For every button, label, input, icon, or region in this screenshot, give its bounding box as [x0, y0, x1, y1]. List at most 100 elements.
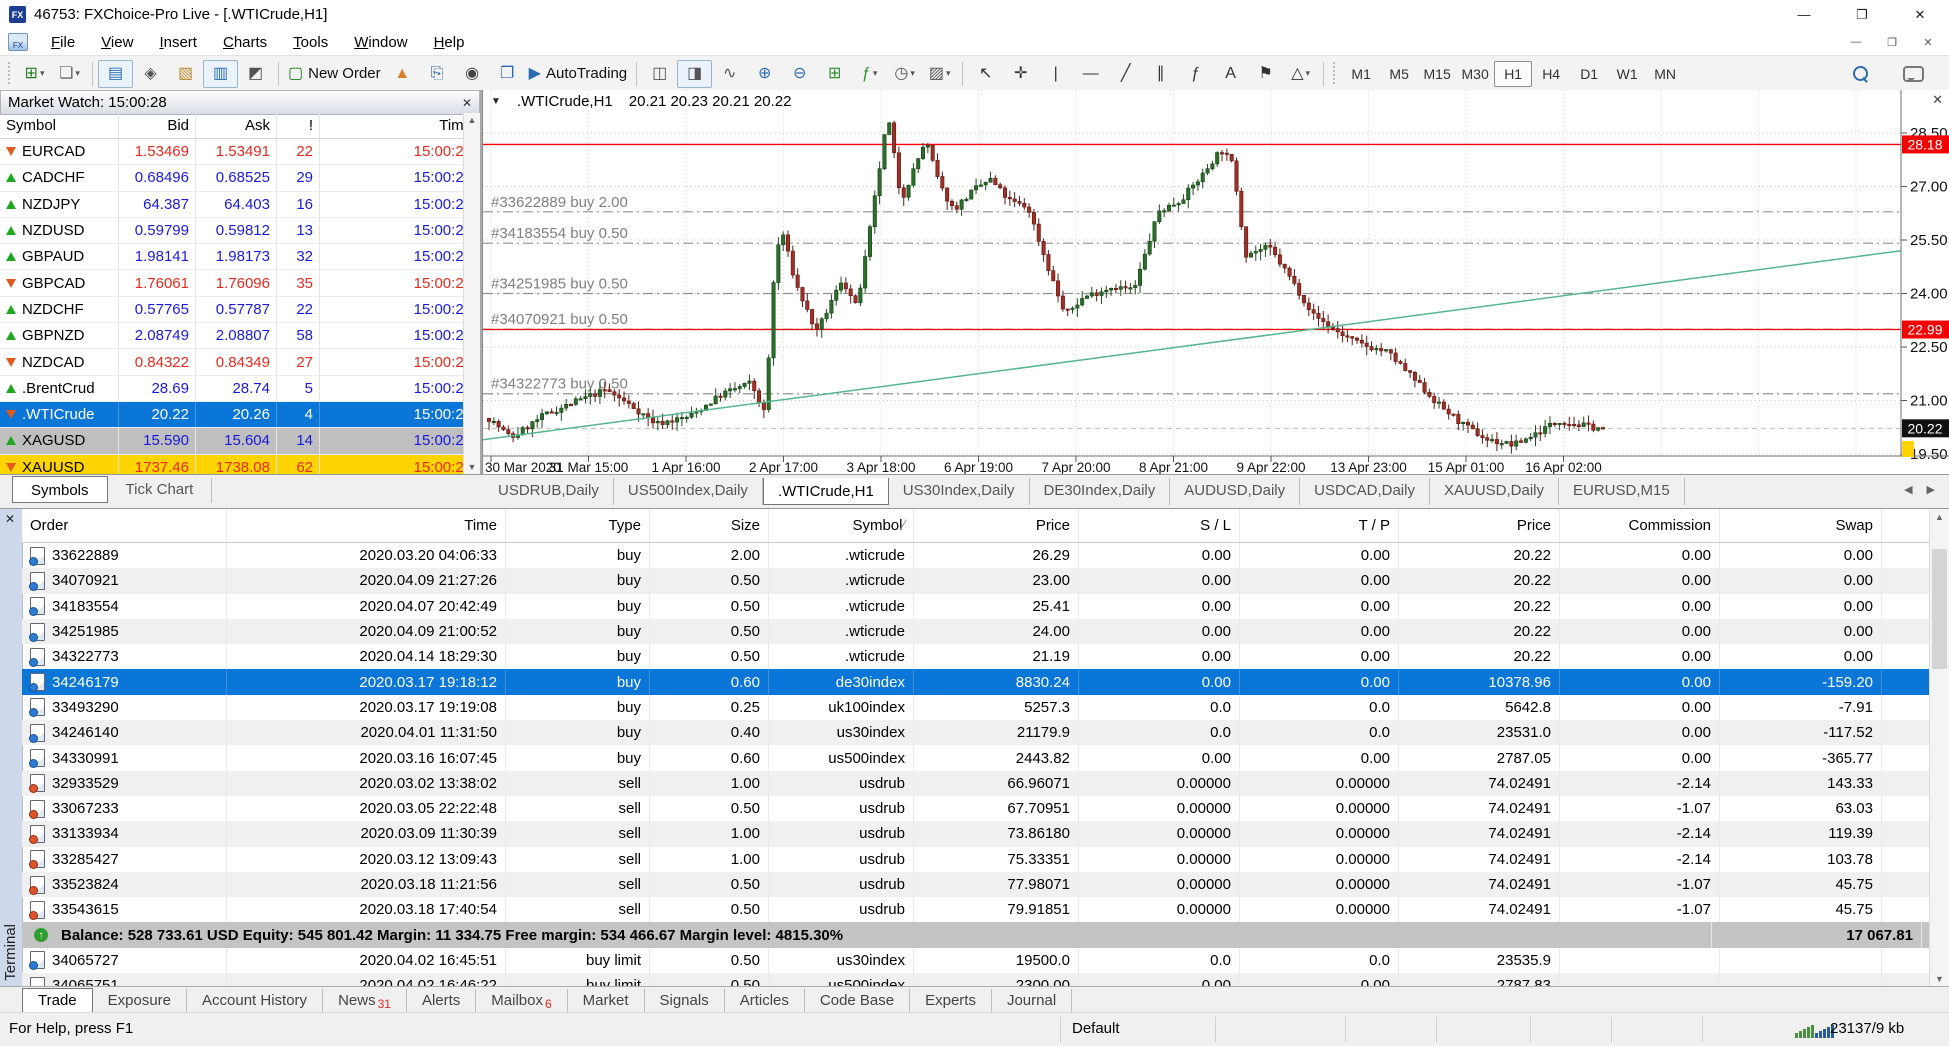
menu-window[interactable]: Window [341, 32, 420, 53]
chart-close-icon[interactable]: ✕ [1932, 92, 1943, 108]
scrollbar-thumb[interactable] [1932, 549, 1947, 669]
market-watch-row-nzdjpy[interactable]: NZDJPY64.38764.4031615:00:25 [0, 192, 464, 218]
chat-button[interactable] [1896, 60, 1931, 88]
order-row-34330991[interactable]: 343309912020.03.16 16:07:45buy0.60us500i… [22, 745, 1930, 770]
menu-help[interactable]: Help [421, 32, 478, 53]
chart-line-button[interactable]: ∿ [712, 60, 747, 88]
terminal-button[interactable]: ▥ [203, 60, 238, 88]
terminal-scrollbar[interactable]: ▲ ▼ [1929, 509, 1949, 987]
close-button[interactable]: ✕ [1891, 0, 1949, 29]
order-row-34322773[interactable]: 343227732020.04.14 18:29:30buy0.50.wticr… [22, 644, 1930, 669]
arrows-button[interactable]: △▾ [1283, 60, 1318, 88]
chart-tab--wticrude-h1[interactable]: .WTICrude,H1 [763, 478, 889, 505]
text-button[interactable]: A [1213, 60, 1248, 88]
market-watch-row-nzdusd[interactable]: NZDUSD0.597990.598121315:00:25 [0, 218, 464, 244]
timeframe-w1-button[interactable]: W1 [1608, 61, 1646, 87]
timeframe-m30-button[interactable]: M30 [1456, 61, 1494, 87]
new-order-button[interactable]: ▢New Order [284, 60, 385, 88]
terminal-close-icon[interactable]: ✕ [5, 512, 15, 526]
chart-bars-button[interactable]: ◫ [642, 60, 677, 88]
order-row-33067233[interactable]: 330672332020.03.05 22:22:48sell0.50usdru… [22, 796, 1930, 821]
market-watch-row-brentcrud[interactable]: .BrentCrud28.6928.74515:00:25 [0, 376, 464, 402]
chart-tab-us30index-daily[interactable]: US30Index,Daily [889, 478, 1030, 505]
periods-button[interactable]: ◷▾ [887, 60, 922, 88]
order-row-34065727[interactable]: 340657272020.04.02 16:45:51buy limit0.50… [22, 948, 1930, 973]
tab-exposure[interactable]: Exposure [93, 989, 187, 1012]
market-watch-row-wticrude[interactable]: .WTICrude20.2220.26415:00:27 [0, 402, 464, 428]
data-window-button[interactable]: ◈ [133, 60, 168, 88]
chart-tabs-right-icon[interactable]: ▶ [1927, 483, 1935, 496]
metaeditor-button[interactable]: ▲ [385, 60, 420, 88]
templates-button[interactable]: ▨▾ [922, 60, 957, 88]
chart-tab-us500index-daily[interactable]: US500Index,Daily [614, 478, 763, 505]
chart-tab-de30index-daily[interactable]: DE30Index,Daily [1030, 478, 1171, 505]
market-watch-row-gbpaud[interactable]: GBPAUD1.981411.981733215:00:27 [0, 244, 464, 270]
tab-market[interactable]: Market [568, 989, 645, 1012]
tab-tick-chart[interactable]: Tick Chart [108, 478, 213, 503]
market-watch-row-gbpnzd[interactable]: GBPNZD2.087492.088075815:00:26 [0, 323, 464, 349]
order-row-33543615[interactable]: 335436152020.03.18 17:40:54sell0.50usdru… [22, 897, 1930, 922]
timeframe-m5-button[interactable]: M5 [1380, 61, 1418, 87]
chart-candles-button[interactable]: ◨ [677, 60, 712, 88]
trendline-button[interactable]: ╱ [1108, 60, 1143, 88]
fibonacci-button[interactable]: ƒ [1178, 60, 1213, 88]
menu-view[interactable]: View [88, 32, 146, 53]
timeframe-mn-button[interactable]: MN [1646, 61, 1684, 87]
order-row-33493290[interactable]: 334932902020.03.17 19:19:08buy0.25uk100i… [22, 695, 1930, 720]
market-watch-row-xagusd[interactable]: XAGUSD15.59015.6041415:00:27 [0, 428, 464, 454]
zoom-in-button[interactable]: ⊕ [747, 60, 782, 88]
tab-trade[interactable]: Trade [22, 988, 93, 1013]
market-watch-titlebar[interactable]: Market Watch: 15:00:28 ✕ [0, 90, 480, 115]
scroll-up-icon[interactable]: ▲ [464, 115, 480, 125]
tab-symbols[interactable]: Symbols [12, 476, 108, 503]
chart-tab-xauusd-daily[interactable]: XAUUSD,Daily [1430, 478, 1559, 505]
tile-windows-button[interactable]: ⊞ [817, 60, 852, 88]
menu-insert[interactable]: Insert [146, 32, 210, 53]
equidistant-channel-button[interactable]: ∥ [1143, 60, 1178, 88]
order-row-34065751[interactable]: 340657512020.04.02 16:46:22buy limit0.50… [22, 973, 1930, 987]
scroll-up-icon[interactable]: ▲ [1930, 512, 1949, 522]
strategy-tester-button[interactable]: ◩ [238, 60, 273, 88]
market-watch-row-nzdchf[interactable]: NZDCHF0.577650.577872215:00:27 [0, 297, 464, 323]
tab-signals[interactable]: Signals [645, 989, 725, 1012]
timeframe-h1-button[interactable]: H1 [1494, 61, 1532, 87]
market-watch-row-cadchf[interactable]: CADCHF0.684960.685252915:00:25 [0, 165, 464, 191]
scroll-down-icon[interactable]: ▼ [464, 462, 480, 472]
order-row-34183554[interactable]: 341835542020.04.07 20:42:49buy0.50.wticr… [22, 594, 1930, 619]
indicators-button[interactable]: ƒ▾ [852, 60, 887, 88]
order-row-33523824[interactable]: 335238242020.03.18 11:21:56sell0.50usdru… [22, 872, 1930, 897]
navigator-button[interactable]: ▧ [168, 60, 203, 88]
tab-news[interactable]: News31 [323, 989, 407, 1012]
record-button[interactable]: ◉ [455, 60, 490, 88]
web-terminal-button[interactable]: ❐ [490, 60, 525, 88]
timeframe-h4-button[interactable]: H4 [1532, 61, 1570, 87]
tab-code-base[interactable]: Code Base [805, 989, 910, 1012]
menu-tools[interactable]: Tools [280, 32, 341, 53]
order-row-33133934[interactable]: 331339342020.03.09 11:30:39sell1.00usdru… [22, 821, 1930, 846]
timeframe-d1-button[interactable]: D1 [1570, 61, 1608, 87]
search-button[interactable] [1843, 60, 1878, 88]
autotrading-button[interactable]: ▶AutoTrading [525, 60, 631, 88]
timeframe-m15-button[interactable]: M15 [1418, 61, 1456, 87]
market-watch-row-nzdcad[interactable]: NZDCAD0.843220.843492715:00:26 [0, 349, 464, 375]
chart-dropdown-icon[interactable]: ▼ [491, 96, 501, 107]
price-chart[interactable]: 28.5027.0025.5024.0022.5021.0019.50#3362… [483, 90, 1949, 474]
order-row-33285427[interactable]: 332854272020.03.12 13:09:43sell1.00usdru… [22, 847, 1930, 872]
minimize-button[interactable]: — [1775, 0, 1833, 29]
tab-experts[interactable]: Experts [910, 989, 992, 1012]
cursor-button[interactable]: ↖ [968, 60, 1003, 88]
new-chart-button[interactable]: ⊞▾ [17, 60, 52, 88]
market-watch-button[interactable]: ▤ [98, 60, 133, 88]
status-profile[interactable]: Default [1072, 1020, 1120, 1037]
chart-tab-eurusd-m15[interactable]: EURUSD,M15 [1559, 478, 1685, 505]
profiles-button[interactable]: ❏▾ [52, 60, 87, 88]
child-close-button[interactable]: ✕ [1917, 36, 1939, 49]
vertical-line-button[interactable]: | [1038, 60, 1073, 88]
market-watch-row-gbpcad[interactable]: GBPCAD1.760611.760963515:00:27 [0, 270, 464, 296]
chart-tab-usdcad-daily[interactable]: USDCAD,Daily [1300, 478, 1430, 505]
chart-tab-usdrub-daily[interactable]: USDRUB,Daily [484, 478, 614, 505]
chart-tabs-left-icon[interactable]: ◀ [1904, 483, 1912, 496]
menu-file[interactable]: File [38, 32, 88, 53]
horizontal-line-button[interactable]: ― [1073, 60, 1108, 88]
chart-tab-audusd-daily[interactable]: AUDUSD,Daily [1170, 478, 1300, 505]
